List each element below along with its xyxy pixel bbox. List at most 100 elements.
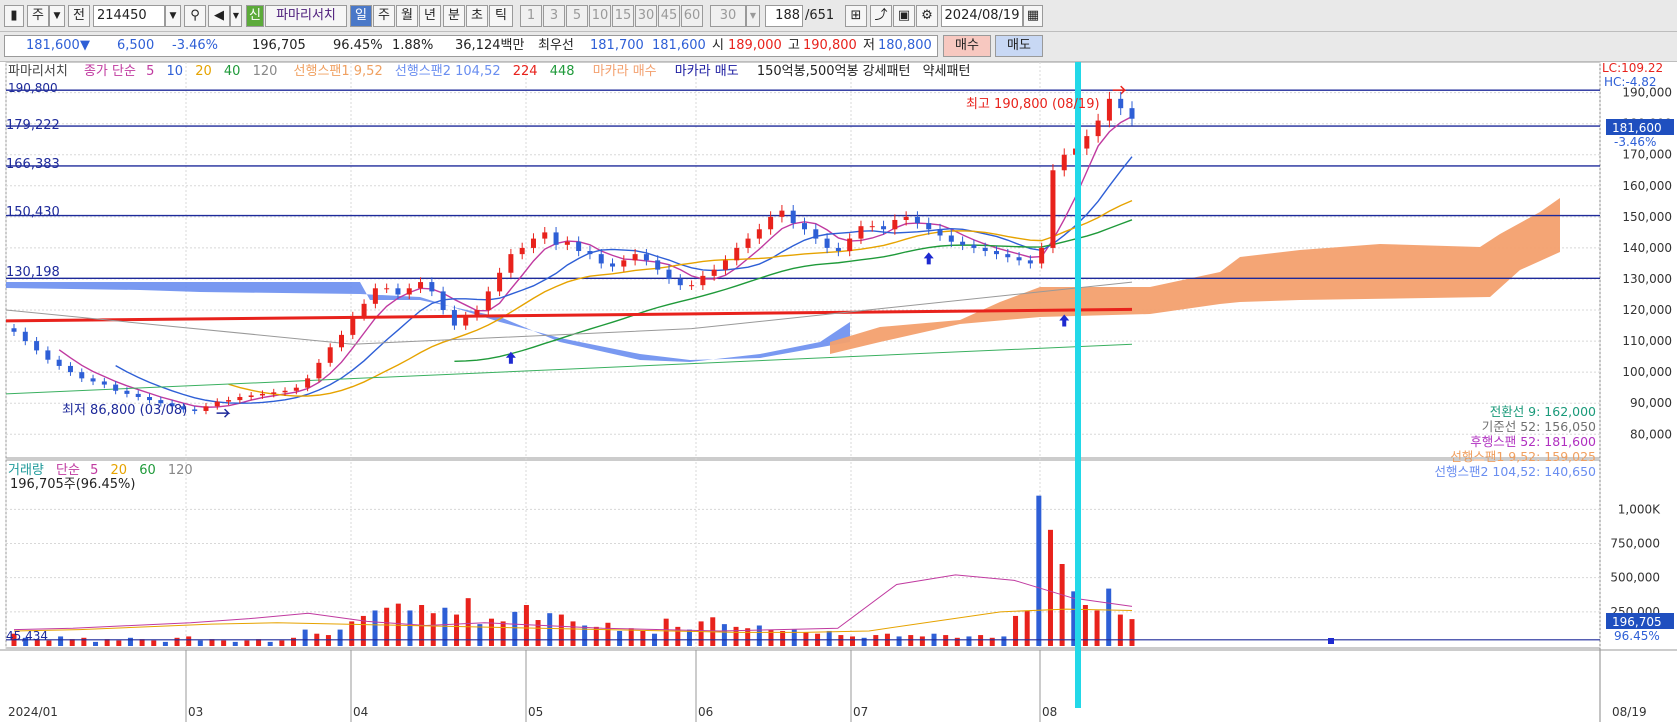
volume-bar bbox=[547, 613, 553, 646]
x-tick-label: 08 bbox=[1042, 705, 1057, 719]
tab-second[interactable]: 초 bbox=[466, 5, 488, 27]
period-select[interactable]: 주 bbox=[27, 5, 49, 27]
date-input[interactable]: 2024/08/19 bbox=[941, 5, 1023, 27]
volume-bar bbox=[663, 618, 669, 646]
candle bbox=[67, 365, 73, 373]
paging-total: /651 bbox=[805, 8, 835, 23]
candle bbox=[677, 278, 683, 286]
paging-input[interactable]: 188 bbox=[765, 5, 803, 27]
indicator-icon[interactable]: ⊞ bbox=[845, 5, 867, 27]
volume-bar bbox=[127, 637, 133, 646]
volume-bar bbox=[756, 625, 762, 646]
minute-1[interactable]: 1 bbox=[520, 5, 542, 27]
candle bbox=[621, 260, 627, 267]
tab-week[interactable]: 주 bbox=[373, 5, 395, 27]
save-icon[interactable]: ▣ bbox=[893, 5, 915, 27]
candle bbox=[474, 310, 480, 317]
candle bbox=[813, 229, 819, 239]
candle bbox=[124, 390, 130, 394]
quote-price: 181,600 bbox=[26, 38, 80, 53]
minute-60[interactable]: 60 bbox=[681, 5, 703, 27]
tab-day[interactable]: 일 bbox=[350, 5, 372, 27]
y-tick-label: 140,000 bbox=[1622, 241, 1672, 255]
volume-bar bbox=[349, 621, 355, 646]
volume-bar bbox=[1094, 610, 1100, 646]
panel-toggle-icon[interactable]: ▮ bbox=[4, 5, 24, 27]
speaker-dropdown-icon[interactable]: ▼ bbox=[230, 5, 242, 27]
high-label: 고 bbox=[788, 38, 800, 53]
candle bbox=[734, 247, 740, 261]
tab-month[interactable]: 월 bbox=[396, 5, 418, 27]
volume-bar bbox=[733, 626, 739, 646]
code-dropdown-icon[interactable]: ▼ bbox=[165, 5, 181, 27]
volume-bar bbox=[465, 598, 471, 646]
candle bbox=[451, 310, 457, 326]
minute-5[interactable]: 5 bbox=[566, 5, 588, 27]
search-icon[interactable]: ⚲ bbox=[184, 5, 206, 27]
candle bbox=[497, 272, 503, 292]
volume-bar bbox=[966, 636, 972, 646]
legend-ma-40: 40 bbox=[224, 64, 241, 79]
settings-icon[interactable]: ⚙ bbox=[916, 5, 938, 27]
quote-open: 189,000 bbox=[728, 38, 782, 53]
candle bbox=[835, 247, 841, 252]
ichimoku-info-line: 기준선 52: 156,050 bbox=[1482, 419, 1596, 434]
stock-code-input[interactable]: 214450 bbox=[93, 5, 165, 27]
volume-bar bbox=[186, 636, 192, 646]
volume-bar bbox=[1059, 564, 1065, 646]
svg-text:파마리서치 종가 단순 5 10: 파마리서치 종가 단순 5 10 20 40 120 선행스팬1 9,52 선행… bbox=[8, 63, 970, 79]
legend-close-sma: 종가 단순 bbox=[84, 64, 136, 79]
minute-30[interactable]: 30 bbox=[635, 5, 657, 27]
candle bbox=[90, 378, 96, 382]
count-dropdown-icon[interactable]: ▼ bbox=[746, 5, 760, 27]
lc-label: LC:109.22 bbox=[1602, 62, 1663, 75]
legend-stock: 파마리서치 bbox=[8, 64, 68, 79]
volume-bar bbox=[617, 630, 623, 646]
speaker-icon[interactable]: ◀ bbox=[208, 5, 230, 27]
candle bbox=[779, 210, 785, 217]
tab-year[interactable]: 년 bbox=[419, 5, 441, 27]
tab-tick[interactable]: 틱 bbox=[489, 5, 513, 27]
volume-bar bbox=[535, 620, 541, 646]
candle bbox=[666, 269, 672, 279]
candle bbox=[960, 241, 966, 245]
crosshair-cursor[interactable] bbox=[1075, 62, 1081, 708]
hc-label: HC:-4.82 bbox=[1604, 75, 1657, 89]
main-toolbar: ▮ 주 ▼ 전 214450 ▼ ⚲ ◀ ▼ 신 파마리서치 일 주 월 년 분… bbox=[0, 0, 1677, 32]
period-dropdown-icon[interactable]: ▼ bbox=[49, 5, 65, 27]
volume-bar bbox=[162, 641, 168, 646]
candle bbox=[361, 303, 367, 317]
minute-45[interactable]: 45 bbox=[658, 5, 680, 27]
candle bbox=[192, 409, 198, 411]
candle bbox=[248, 395, 254, 397]
volume-bar bbox=[850, 636, 855, 646]
volume-bar bbox=[197, 640, 203, 646]
volume-bar bbox=[1013, 615, 1019, 646]
count-input[interactable]: 30 bbox=[710, 5, 746, 27]
candle bbox=[293, 387, 299, 391]
candle bbox=[282, 390, 288, 393]
candle bbox=[406, 288, 412, 295]
calendar-icon[interactable]: ▦ bbox=[1023, 5, 1043, 27]
candle bbox=[768, 216, 774, 230]
volume-bar bbox=[861, 637, 867, 646]
minute-10[interactable]: 10 bbox=[589, 5, 611, 27]
best-bid: 181,600 bbox=[652, 38, 706, 53]
trendline-icon[interactable]: ⤴ bbox=[870, 5, 892, 27]
candle bbox=[824, 238, 830, 248]
volume-bar bbox=[908, 635, 914, 646]
volume-bar bbox=[244, 640, 250, 646]
buy-button[interactable]: 매수 bbox=[943, 35, 991, 57]
stock-chart[interactable]: 80,000 90,000 100,000 110,000 120,000 130,000… bbox=[0, 62, 1677, 722]
tab-minute[interactable]: 분 bbox=[443, 5, 465, 27]
sell-button[interactable]: 매도 bbox=[995, 35, 1043, 57]
minute-15[interactable]: 15 bbox=[612, 5, 634, 27]
volume-bar bbox=[279, 640, 285, 646]
volume-bar bbox=[1024, 610, 1030, 646]
candle bbox=[147, 396, 153, 401]
prefix-select[interactable]: 전 bbox=[68, 5, 90, 27]
candle bbox=[440, 291, 446, 311]
minute-3[interactable]: 3 bbox=[543, 5, 565, 27]
candle bbox=[881, 226, 887, 230]
stock-name[interactable]: 파마리서치 bbox=[265, 5, 347, 27]
